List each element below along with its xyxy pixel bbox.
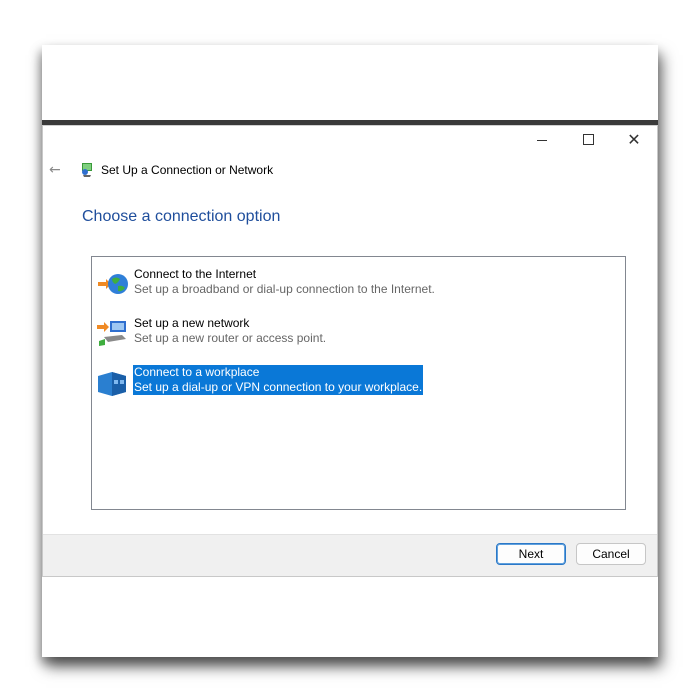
option-connect-workplace[interactable]: Connect to a workplace Set up a dial-up … <box>96 365 616 399</box>
minimize-button[interactable] <box>519 126 565 152</box>
connection-options-list[interactable]: Connect to the Internet Set up a broadba… <box>91 256 626 510</box>
window-controls: ✕ <box>519 126 657 152</box>
option-text: Connect to a workplace Set up a dial-up … <box>133 365 424 395</box>
option-description: Set up a broadband or dial-up connection… <box>134 282 435 296</box>
close-icon: ✕ <box>627 129 641 149</box>
maximize-button[interactable] <box>565 126 611 152</box>
option-connect-internet[interactable]: Connect to the Internet Set up a broadba… <box>96 267 616 301</box>
option-title: Connect to a workplace <box>134 365 260 379</box>
minimize-icon <box>537 139 547 141</box>
background-lower-area <box>42 576 658 657</box>
cancel-button[interactable]: Cancel <box>576 543 646 565</box>
option-new-network[interactable]: Set up a new network Set up a new router… <box>96 316 616 350</box>
option-title: Set up a new network <box>134 316 250 330</box>
option-description: Set up a new router or access point. <box>134 331 327 345</box>
network-router-icon <box>97 321 126 346</box>
workplace-vpn-icon <box>98 372 126 396</box>
back-arrow-icon[interactable]: ← <box>49 160 61 180</box>
close-button[interactable]: ✕ <box>611 126 657 152</box>
next-button[interactable]: Next <box>496 543 566 565</box>
globe-internet-icon <box>98 274 128 294</box>
setup-connection-dialog: ✕ ← Set Up a Connection or Network Choos… <box>42 125 658 577</box>
option-title: Connect to the Internet <box>134 267 257 281</box>
dialog-footer: Next Cancel <box>43 534 657 576</box>
maximize-icon <box>582 133 594 145</box>
page-heading: Choose a connection option <box>82 208 281 225</box>
option-text: Set up a new network Set up a new router… <box>133 316 327 346</box>
option-text: Connect to the Internet Set up a broadba… <box>133 267 436 297</box>
network-wizard-icon <box>82 163 92 177</box>
option-description: Set up a dial-up or VPN connection to yo… <box>134 380 423 394</box>
window-title: Set Up a Connection or Network <box>101 163 274 177</box>
